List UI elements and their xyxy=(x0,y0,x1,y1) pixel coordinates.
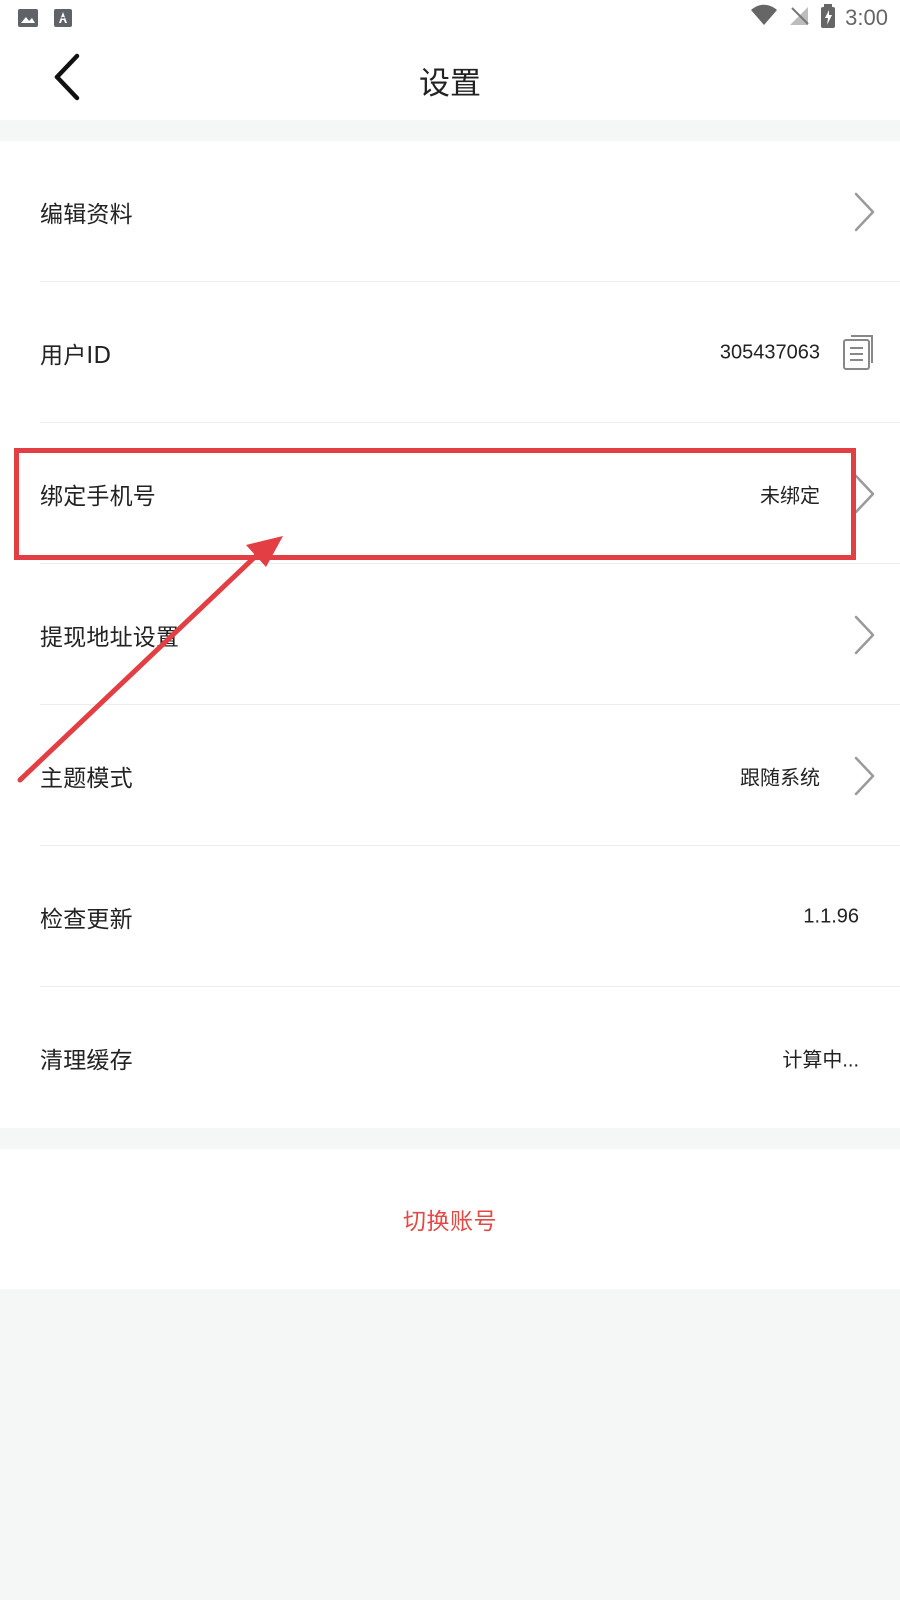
setting-row-bind-phone[interactable]: 绑定手机号 未绑定 xyxy=(0,423,900,564)
chevron-right-icon xyxy=(846,612,880,658)
theme-mode-value: 跟随系统 xyxy=(740,767,820,789)
setting-label-clear-cache: 清理缓存 xyxy=(40,1047,133,1074)
setting-row-clear-cache[interactable]: 清理缓存 计算中... xyxy=(0,987,900,1128)
setting-label-check-update: 检查更新 xyxy=(40,906,133,933)
setting-label-bind-phone: 绑定手机号 xyxy=(40,483,156,510)
switch-account-label: 切换账号 xyxy=(403,1209,497,1235)
keyboard-icon xyxy=(52,8,74,28)
image-icon xyxy=(17,8,39,28)
setting-row-theme-mode[interactable]: 主题模式 跟随系统 xyxy=(0,705,900,846)
chevron-right-icon xyxy=(846,753,880,799)
cache-size-value: 计算中... xyxy=(782,1049,859,1071)
navigation-bar: 设置 xyxy=(0,36,900,120)
app-version-value: 1.1.96 xyxy=(803,905,859,927)
setting-label-withdrawal-address: 提现地址设置 xyxy=(40,624,180,651)
page-title: 设置 xyxy=(419,66,481,102)
setting-row-check-update[interactable]: 检查更新 1.1.96 xyxy=(0,846,900,987)
setting-label-user-id: 用户ID xyxy=(40,342,112,369)
switch-account-button[interactable]: 切换账号 xyxy=(0,1149,900,1289)
setting-label-theme-mode: 主题模式 xyxy=(40,765,133,792)
setting-row-edit-profile[interactable]: 编辑资料 xyxy=(0,141,900,282)
phone-binding-status: 未绑定 xyxy=(760,485,820,507)
copy-icon[interactable] xyxy=(838,332,880,374)
setting-label-edit-profile: 编辑资料 xyxy=(40,201,133,228)
status-icons: 3:00 xyxy=(749,3,888,33)
setting-row-withdrawal-address[interactable]: 提现地址设置 xyxy=(0,564,900,705)
chevron-right-icon xyxy=(846,189,880,235)
user-id-value: 305437063 xyxy=(719,341,820,363)
chevron-right-icon xyxy=(846,471,880,517)
status-time: 3:00 xyxy=(845,5,888,30)
signal-off-icon xyxy=(787,4,811,32)
battery-charging-icon xyxy=(819,3,837,33)
status-bar: 3:00 xyxy=(0,0,900,36)
wifi-icon xyxy=(749,4,779,32)
setting-row-user-id: 用户ID 305437063 xyxy=(0,282,900,423)
settings-list: 编辑资料 用户ID 305437063 绑定手机号 未绑定 提现地址设置 主题模… xyxy=(0,141,900,1128)
